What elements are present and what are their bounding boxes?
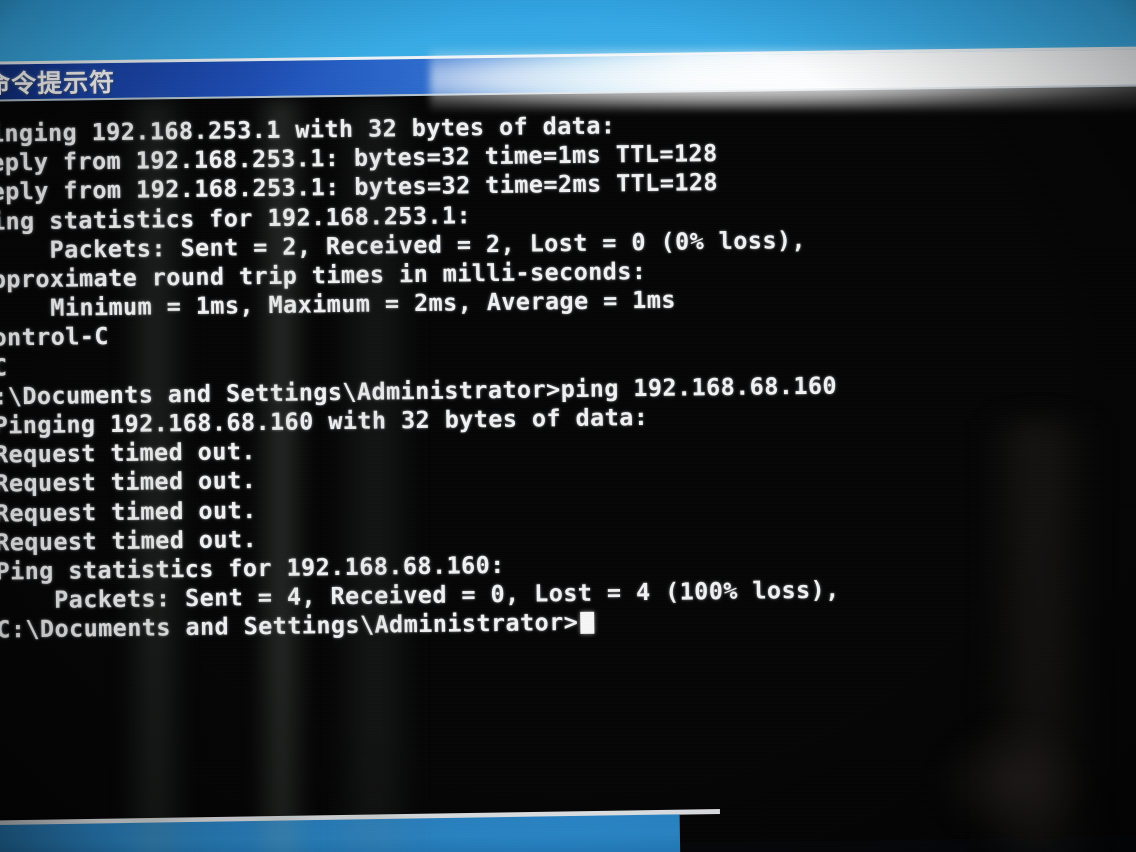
prompt-text: C:\Documents and Settings\Administrator> <box>0 608 579 644</box>
command-prompt-window[interactable]: 命令提示符 inging 192.168.253.1 with 32 bytes… <box>0 46 1136 852</box>
monitor-photo: 命令提示符 inging 192.168.253.1 with 32 bytes… <box>0 0 1136 852</box>
text-cursor <box>580 612 595 635</box>
console-output-area[interactable]: inging 192.168.253.1 with 32 bytes of da… <box>0 86 1136 852</box>
window-title: 命令提示符 <box>0 67 116 99</box>
